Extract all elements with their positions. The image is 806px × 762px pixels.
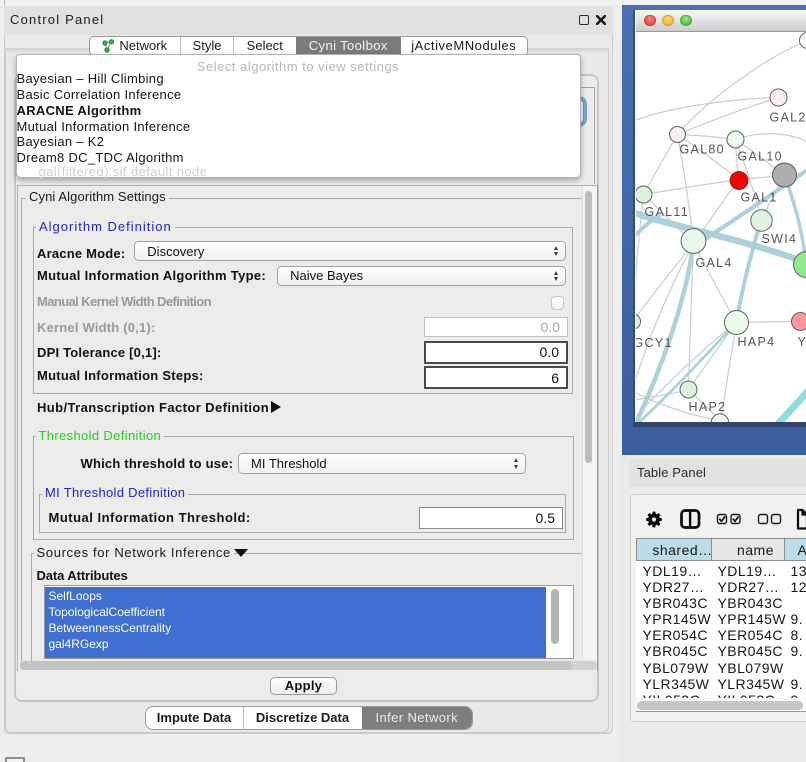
- svg-text:GAL80: GAL80: [679, 142, 724, 156]
- svg-text:GCY1: GCY1: [636, 336, 673, 350]
- svg-text:GAL10: GAL10: [737, 149, 782, 163]
- svg-text:HAP4: HAP4: [737, 335, 775, 349]
- svg-text:SWI4: SWI4: [761, 232, 797, 246]
- svg-text:YD: YD: [797, 335, 806, 349]
- svg-text:GAL4: GAL4: [695, 256, 732, 270]
- svg-text:HAP2: HAP2: [688, 400, 726, 414]
- svg-text:GAL1: GAL1: [740, 190, 777, 204]
- svg-text:GAL11: GAL11: [644, 205, 689, 219]
- svg-text:GAL2: GAL2: [769, 110, 806, 124]
